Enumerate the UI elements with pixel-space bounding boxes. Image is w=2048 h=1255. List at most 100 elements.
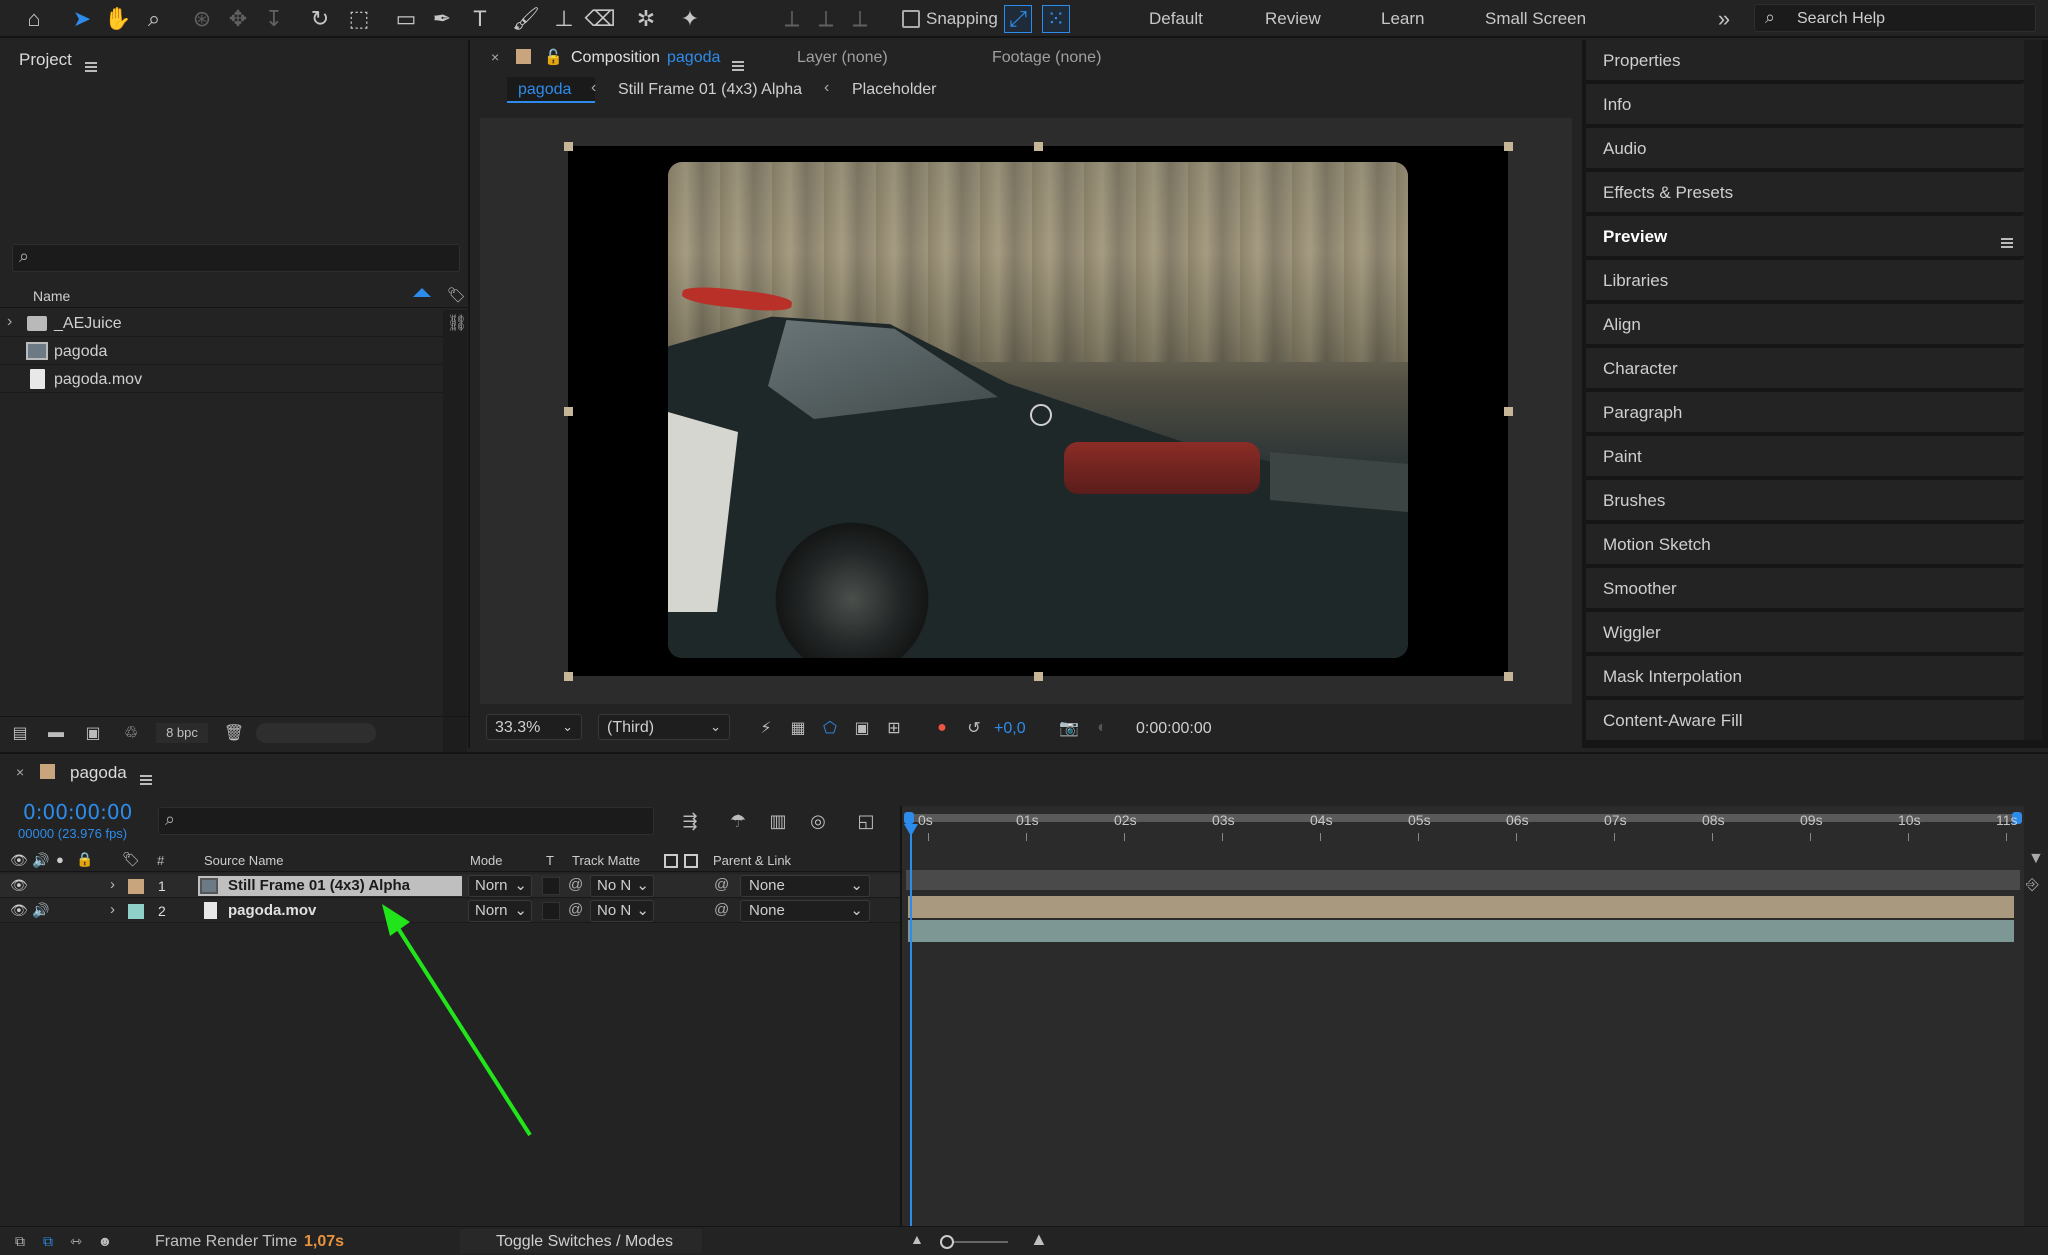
layer-tab[interactable]: Layer (none) <box>797 49 888 67</box>
render-time-toggle-icon[interactable]: ⧉ <box>10 1231 30 1251</box>
sort-ascending-icon[interactable] <box>413 288 431 297</box>
viewer-timecode[interactable]: 0:00:00:00 <box>1136 720 1212 738</box>
matte-pickwhip-icon[interactable]: @ <box>568 901 583 918</box>
new-composition-icon[interactable]: ▣ <box>80 721 106 745</box>
timeline-scrollbar[interactable]: ▼ ⎆ <box>2024 850 2048 1224</box>
layer-name[interactable]: pagoda.mov <box>228 902 316 919</box>
clone-stamp-icon[interactable]: ⊥ <box>550 5 578 33</box>
project-item[interactable]: › _AEJuice <box>0 310 443 337</box>
playhead-handle[interactable] <box>904 824 918 836</box>
panel-content-aware-fill[interactable]: Content-Aware Fill <box>1586 700 2024 742</box>
timeline-comp-tab[interactable]: pagoda <box>70 763 127 783</box>
preserve-transparency-checkbox[interactable] <box>542 877 560 895</box>
track-matte-dropdown[interactable]: No N ⌄ <box>590 875 654 897</box>
layer-label-color[interactable] <box>128 904 144 919</box>
interpret-footage-icon[interactable]: ▤ <box>8 721 32 745</box>
transform-handle[interactable] <box>1504 672 1513 681</box>
time-navigator[interactable] <box>906 870 2020 890</box>
snapshot-camera-icon[interactable]: 📷 <box>1056 716 1082 740</box>
snap-edges-icon[interactable]: ⤢ <box>1004 5 1032 33</box>
pan-camera-icon[interactable]: ✥ <box>224 5 252 33</box>
parent-pickwhip-icon[interactable]: @ <box>714 901 729 918</box>
panel-paragraph[interactable]: Paragraph <box>1586 392 2024 434</box>
close-icon[interactable]: × <box>491 49 499 65</box>
in-out-toggle-icon[interactable]: ⇿ <box>66 1231 86 1251</box>
panel-smoother[interactable]: Smoother <box>1586 568 2024 610</box>
panel-align[interactable]: Align <box>1586 304 2024 346</box>
layer-bar[interactable] <box>908 920 2014 942</box>
transform-handle[interactable] <box>1504 407 1513 416</box>
workspace-default[interactable]: Default <box>1149 9 1203 29</box>
viewer-canvas[interactable] <box>480 118 1572 704</box>
t-column[interactable]: T <box>546 853 554 868</box>
matte-pickwhip-icon[interactable]: @ <box>568 876 583 893</box>
breadcrumb-item[interactable]: Placeholder <box>852 81 937 99</box>
panel-properties[interactable]: Properties <box>1586 40 2024 82</box>
label-tag-icon[interactable]: 🏷 <box>122 851 140 868</box>
track-matte-dropdown[interactable]: No N ⌄ <box>590 900 654 922</box>
channels-icon[interactable]: ● <box>930 716 954 740</box>
mask-visibility-icon[interactable]: ⬠ <box>818 716 842 740</box>
axis-view-icon[interactable]: ⟂ <box>846 5 874 33</box>
project-scrollbar[interactable] <box>443 310 467 754</box>
frame-blending-icon[interactable]: ▥ <box>764 807 792 835</box>
type-tool-icon[interactable]: T <box>466 5 494 33</box>
zoom-tool-icon[interactable]: ⌕ <box>140 5 168 33</box>
graph-editor-icon[interactable]: ◱ <box>852 807 880 835</box>
home-icon[interactable]: ⌂ <box>20 5 48 33</box>
parent-dropdown[interactable]: None ⌄ <box>740 900 870 922</box>
resolution-dropdown[interactable]: (Third) ⌄ <box>598 714 730 740</box>
project-search-input[interactable]: ⌕ <box>12 244 460 272</box>
panel-info[interactable]: Info <box>1586 84 2024 126</box>
snapping-checkbox[interactable] <box>902 10 920 28</box>
workspace-small-screen[interactable]: Small Screen <box>1485 9 1586 29</box>
invert-matte-icon[interactable] <box>684 854 698 868</box>
pen-tool-icon[interactable]: ✒ <box>428 5 456 33</box>
hand-tool-icon[interactable]: ✋ <box>104 5 132 33</box>
thumbnail-slider[interactable] <box>256 723 376 743</box>
snap-points-icon[interactable]: ⁙ <box>1042 5 1070 33</box>
toggle-switches-modes-button[interactable]: Toggle Switches / Modes <box>496 1233 673 1251</box>
audio-icon[interactable]: 🔊 <box>32 852 49 869</box>
panel-paint[interactable]: Paint <box>1586 436 2024 478</box>
parent-dropdown[interactable]: None ⌄ <box>740 875 870 897</box>
comp-button-icon[interactable]: ⎆ <box>2026 876 2039 894</box>
transform-handle[interactable] <box>564 407 573 416</box>
reset-exposure-icon[interactable]: ↺ <box>962 716 986 740</box>
footage-tab[interactable]: Footage (none) <box>992 49 1101 67</box>
axis-local-icon[interactable]: ⟂ <box>778 5 806 33</box>
panel-effects-presets[interactable]: Effects & Presets <box>1586 172 2024 214</box>
orbit-camera-icon[interactable]: ⊛ <box>188 5 216 33</box>
project-item[interactable]: pagoda <box>0 338 443 365</box>
layer-name[interactable]: Still Frame 01 (4x3) Alpha <box>228 877 410 894</box>
region-of-interest-icon[interactable]: ▣ <box>850 716 874 740</box>
panel-libraries[interactable]: Libraries <box>1586 260 2024 302</box>
transform-handle[interactable] <box>1034 672 1043 681</box>
panel-preview[interactable]: Preview <box>1586 216 2024 258</box>
panel-motion-sketch[interactable]: Motion Sketch <box>1586 524 2024 566</box>
label-tag-icon[interactable]: 🏷 <box>447 286 466 304</box>
panel-brushes[interactable]: Brushes <box>1586 480 2024 522</box>
eye-icon[interactable]: 👁 <box>10 852 28 869</box>
stretch-toggle-icon[interactable]: ☻ <box>94 1231 116 1251</box>
timeline-menu-icon[interactable] <box>140 774 152 785</box>
fast-preview-icon[interactable]: ⚡ <box>754 716 778 740</box>
panel-mask-interpolation[interactable]: Mask Interpolation <box>1586 656 2024 698</box>
composition-tab-prefix[interactable]: Composition <box>571 49 660 67</box>
flowchart-icon[interactable]: ⛓ <box>447 313 467 333</box>
breadcrumb-item[interactable]: pagoda <box>518 81 571 99</box>
mode-column[interactable]: Mode <box>470 853 503 868</box>
axis-world-icon[interactable]: ⟂ <box>812 5 840 33</box>
panel-character[interactable]: Character <box>1586 348 2024 390</box>
zoom-out-icon[interactable]: ▲ <box>910 1231 924 1247</box>
panel-wiggler[interactable]: Wiggler <box>1586 612 2024 654</box>
project-panel-title[interactable]: Project <box>19 50 72 70</box>
transform-handle[interactable] <box>564 142 573 151</box>
bit-depth-button[interactable]: 8 bpc <box>156 723 208 743</box>
zoom-dropdown[interactable]: 33.3% ⌄ <box>486 714 582 740</box>
transform-handle[interactable] <box>564 672 573 681</box>
blend-mode-dropdown[interactable]: Norn ⌄ <box>468 875 532 897</box>
transfer-controls-icon[interactable]: ⧉ <box>38 1231 58 1251</box>
source-name-column[interactable]: Source Name <box>204 853 283 868</box>
comp-marker-bin-icon[interactable]: ▼ <box>2028 850 2044 868</box>
